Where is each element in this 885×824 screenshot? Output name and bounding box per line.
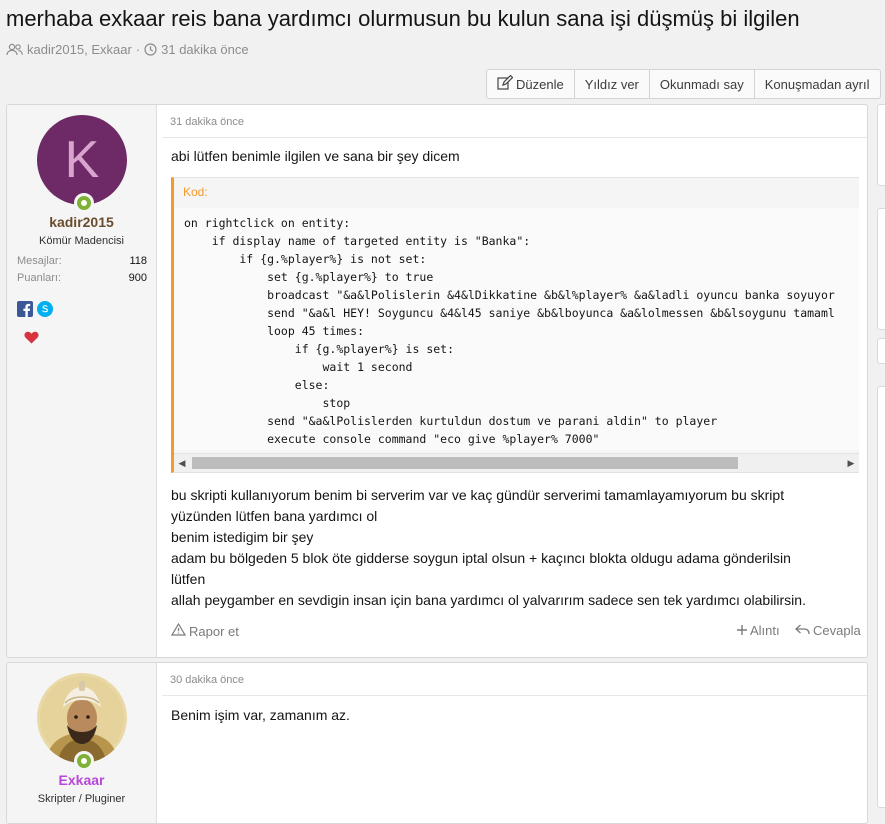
leave-conversation-button[interactable]: Konuşmadan ayrıl (753, 70, 880, 98)
code-line: set {g.%player%} to true (184, 270, 434, 284)
thread-meta: kadir2015, Exkaar · 31 dakika önce (6, 42, 249, 57)
edit-label: Düzenle (516, 76, 564, 92)
code-block-title: Kod: (174, 178, 859, 209)
user-info-panel: K kadir2015 Kömür Madencisi Mesajlar: 11… (7, 105, 157, 657)
user-title: Kömür Madencisi (39, 235, 124, 247)
code-line: stop (184, 396, 351, 410)
scroll-left-icon[interactable]: ◀ (174, 454, 190, 472)
code-line: execute console command "eco give %playe… (184, 432, 600, 446)
facebook-icon[interactable] (17, 301, 33, 322)
user-title: Skripter / Pluginer (37, 793, 126, 805)
post-date[interactable]: 30 dakika önce (170, 674, 244, 686)
stat-label: Puanları: (17, 272, 62, 284)
code-line: if {g.%player%} is set: (184, 342, 455, 356)
thread-actions: Düzenle Yıldız ver Okunmadı say Konuşmad… (486, 69, 881, 99)
avatar[interactable] (37, 673, 127, 763)
thread-authors[interactable]: kadir2015, Exkaar (27, 42, 132, 57)
skype-icon[interactable] (37, 301, 53, 322)
sidebar-block (877, 104, 885, 186)
online-status-icon (74, 751, 94, 771)
stat-value: 900 (128, 272, 147, 284)
code-content: on rightclick on entity: if display name… (174, 208, 859, 450)
avatar[interactable]: K (37, 115, 127, 205)
code-line: if display name of targeted entity is "B… (184, 234, 531, 248)
code-line: else: (184, 378, 330, 392)
meta-separator: · (135, 42, 141, 57)
clock-icon (144, 43, 157, 56)
quote-label: Alıntı (750, 623, 780, 638)
code-line: send "&a&lPolislerden kurtuldun dostum v… (184, 414, 718, 428)
reply-icon (795, 623, 810, 638)
stat-messages: Mesajlar: 118 (17, 255, 147, 267)
stat-label: Mesajlar: (17, 255, 62, 267)
code-line: broadcast "&a&lPolislerin &4&lDikkatine … (184, 288, 835, 302)
sidebar-block (877, 386, 885, 808)
post-intro: abi lütfen benimle ilgilen ve sana bir ş… (171, 148, 460, 164)
edit-icon (497, 74, 514, 93)
post-date[interactable]: 31 dakika önce (170, 116, 244, 128)
reply-label: Cevapla (813, 623, 861, 638)
post-body-line: bu skripti kullanıyorum benim bi serveri… (171, 487, 785, 503)
code-line: on rightclick on entity: (184, 216, 351, 230)
sidebar-block (877, 208, 885, 330)
user-info-panel: Exkaar Skripter / Pluginer (7, 663, 157, 823)
post-body-line: allah peygamber en sevdigin insan için b… (171, 592, 806, 608)
post-body-line: lütfen (171, 571, 206, 587)
thread-title: merhaba exkaar reis bana yardımcı olurmu… (6, 6, 800, 31)
report-label: Rapor et (189, 623, 239, 639)
code-line: if {g.%player%} is not set: (184, 252, 427, 266)
code-line: loop 45 times: (184, 324, 365, 338)
warning-icon (170, 622, 187, 639)
scrollbar-thumb[interactable] (192, 457, 738, 469)
divider (162, 137, 867, 138)
username[interactable]: Exkaar (7, 772, 156, 788)
code-block: Kod: on rightclick on entity: if display… (171, 177, 859, 473)
divider (162, 695, 867, 696)
stat-value: 118 (129, 255, 147, 267)
post-body-line: adam bu bölgeden 5 blok öte gidderse soy… (171, 550, 791, 566)
code-line: wait 1 second (184, 360, 413, 374)
report-button[interactable]: Rapor et (170, 622, 239, 639)
edit-button[interactable]: Düzenle (487, 70, 574, 98)
post-footer: Rapor et Alıntı Cevapla (170, 622, 861, 643)
post-body: Benim işim var, zamanım az. (171, 707, 350, 723)
plus-icon (737, 623, 747, 638)
code-line: send "&a&l HEY! Soyguncu &4&l45 saniye &… (184, 306, 835, 320)
users-icon (6, 43, 23, 56)
thread-time[interactable]: 31 dakika önce (161, 42, 248, 57)
sidebar-block (877, 338, 885, 364)
username[interactable]: kadir2015 (7, 214, 156, 230)
rate-button[interactable]: Yıldız ver (573, 70, 649, 98)
post-body-line: benim istedigim bir şey (171, 529, 314, 545)
message-post: Exkaar Skripter / Pluginer 30 dakika önc… (6, 662, 868, 824)
heart-icon (24, 331, 39, 349)
quote-button[interactable]: Alıntı (737, 623, 780, 638)
horizontal-scrollbar[interactable]: ◀ ▶ (174, 453, 859, 472)
reply-button[interactable]: Cevapla (795, 623, 861, 638)
social-links (17, 301, 53, 322)
online-status-icon (74, 193, 94, 213)
stat-points: Puanları: 900 (17, 272, 147, 284)
message-post: K kadir2015 Kömür Madencisi Mesajlar: 11… (6, 104, 868, 658)
scroll-right-icon[interactable]: ▶ (843, 454, 859, 472)
post-body-line: yüzünden lütfen bana yardımcı ol (171, 508, 378, 524)
mark-unread-button[interactable]: Okunmadı say (648, 70, 754, 98)
